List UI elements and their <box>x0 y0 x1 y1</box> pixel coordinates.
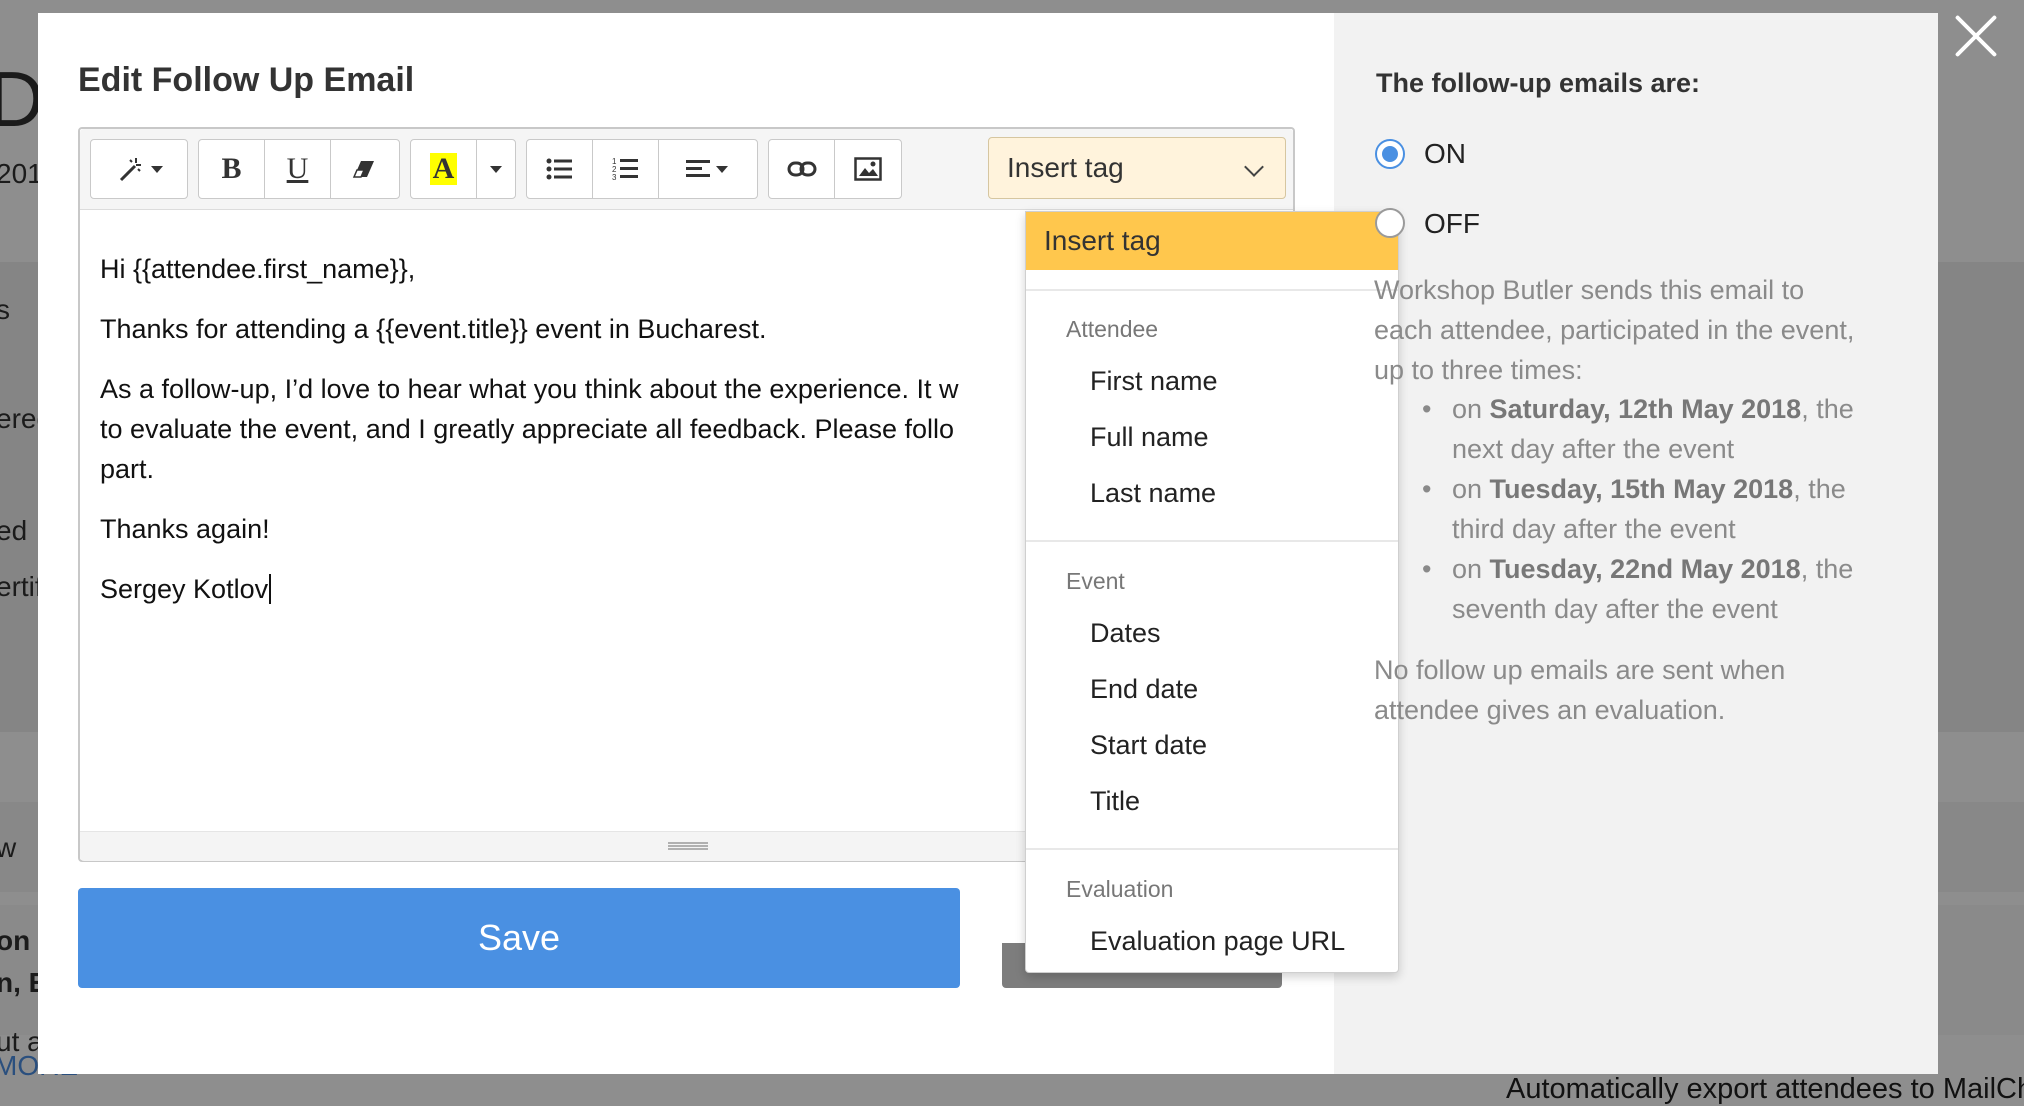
background-text-fragment: ed <box>0 515 28 546</box>
schedule-note: third day after the event <box>1452 514 1736 544</box>
underline-button[interactable]: U <box>265 140 331 198</box>
paragraph-group: 1 2 3 <box>526 139 758 199</box>
dropdown-item-start-date[interactable]: Start date <box>1090 730 1207 761</box>
schedule-date: Tuesday, 22nd May 2018 <box>1489 554 1801 584</box>
email-paragraph: As a follow-up, I’d love to hear what yo… <box>100 369 1060 489</box>
email-greeting: Hi {{attendee.first_name}}, <box>100 254 416 284</box>
schedule-prefix: on <box>1452 554 1490 584</box>
follow-up-status-title: The follow-up emails are: <box>1376 68 1701 98</box>
image-button[interactable] <box>835 140 901 198</box>
schedule-item: on Tuesday, 22nd May 2018, the seventh d… <box>1422 549 1912 629</box>
eraser-button[interactable] <box>331 140 397 198</box>
numbered-list-button[interactable]: 1 2 3 <box>593 140 659 198</box>
editor-toolbar: B U A 1 2 3 Insert tag <box>80 129 1293 210</box>
description-line: each attendee, participated in the event… <box>1374 315 1855 345</box>
magic-wand-icon <box>115 154 145 184</box>
bullet-list-button[interactable] <box>527 140 593 198</box>
numbered-list-icon: 1 2 3 <box>612 156 640 182</box>
insert-tag-label: Insert tag <box>1007 152 1124 183</box>
email-line: Thanks for attending a {{event.title}} e… <box>100 314 767 344</box>
background-text-fragment: on <box>0 925 31 956</box>
dropdown-header-attendee: Attendee <box>1066 316 1159 342</box>
highlight-button[interactable]: A <box>411 140 477 198</box>
dropdown-item-last-name[interactable]: Last name <box>1090 478 1216 509</box>
description-line: Workshop Butler sends this email to <box>1374 275 1805 305</box>
schedule-date: Tuesday, 15th May 2018 <box>1489 474 1794 504</box>
bold-button[interactable]: B <box>199 140 265 198</box>
text-cursor <box>269 574 272 604</box>
magic-wand-button[interactable] <box>91 140 187 198</box>
follow-up-description: Workshop Butler sends this email to each… <box>1374 270 1904 390</box>
radio-off[interactable] <box>1375 208 1405 238</box>
schedule-prefix: on <box>1452 394 1490 424</box>
schedule-suffix: , the <box>1800 554 1854 584</box>
background-text-fragment: 201 <box>0 158 43 189</box>
insert-tag-dropdown: Insert tag Attendee First name Full name… <box>1025 211 1399 973</box>
dropdown-item-first-name[interactable]: First name <box>1090 366 1218 397</box>
footer-line: No follow up emails are sent when <box>1374 655 1786 685</box>
chevron-down-icon <box>151 165 163 173</box>
dropdown-item-insert-tag[interactable]: Insert tag <box>1026 212 1398 270</box>
email-thanks: Thanks again! <box>100 514 270 544</box>
dropdown-item-title[interactable]: Title <box>1090 786 1140 817</box>
chevron-down-icon <box>716 165 728 173</box>
schedule-prefix: on <box>1452 474 1490 504</box>
radio-on[interactable] <box>1375 139 1405 169</box>
dropdown-divider <box>1026 848 1398 850</box>
schedule-suffix: , the <box>1793 474 1846 504</box>
dropdown-header-evaluation: Evaluation <box>1066 876 1174 902</box>
follow-up-footer-note: No follow up emails are sent when attend… <box>1374 650 1904 730</box>
link-icon <box>787 160 817 178</box>
radio-off-label[interactable]: OFF <box>1424 208 1480 240</box>
dropdown-item-evaluation-page-url[interactable]: Evaluation page URL <box>1090 926 1345 957</box>
highlight-icon: A <box>429 153 458 185</box>
email-paragraph-line: to evaluate the event, and I greatly app… <box>100 414 955 444</box>
modal-title: Edit Follow Up Email <box>78 61 415 99</box>
background-text-fragment: ertif <box>0 571 43 602</box>
eraser-icon <box>352 157 376 181</box>
schedule-date: Saturday, 12th May 2018 <box>1489 394 1802 424</box>
color-dropdown-button[interactable] <box>477 140 515 198</box>
svg-text:3: 3 <box>612 173 617 182</box>
color-group: A <box>410 139 516 199</box>
schedule-suffix: , the <box>1801 394 1854 424</box>
email-body-content[interactable]: Hi {{attendee.first_name}}, Thanks for a… <box>100 249 1060 629</box>
background-mailchimp-text: Automatically export attendees to MailCh <box>1506 1073 2024 1105</box>
dropdown-divider <box>1026 289 1398 291</box>
align-left-icon <box>686 158 710 180</box>
image-icon <box>854 157 882 181</box>
chevron-down-icon <box>490 165 502 173</box>
insert-tag-select[interactable]: Insert tag <box>988 137 1286 199</box>
follow-up-schedule-list: on Saturday, 12th May 2018, the next day… <box>1422 389 1912 629</box>
email-signature: Sergey Kotlov <box>100 574 269 604</box>
close-icon[interactable] <box>1952 12 2000 60</box>
resize-handle-icon[interactable] <box>668 842 708 850</box>
save-button[interactable]: Save <box>78 888 960 988</box>
dropdown-header-event: Event <box>1066 568 1125 594</box>
description-line: up to three times: <box>1374 355 1583 385</box>
bullet-list-icon <box>546 157 574 181</box>
chevron-down-icon <box>1244 157 1264 177</box>
schedule-note: next day after the event <box>1452 434 1735 464</box>
radio-on-label[interactable]: ON <box>1424 138 1466 170</box>
email-paragraph-line: part. <box>100 454 155 484</box>
dropdown-item-end-date[interactable]: End date <box>1090 674 1198 705</box>
link-button[interactable] <box>769 140 835 198</box>
insert-group <box>768 139 902 199</box>
style-group <box>90 139 188 199</box>
schedule-note: seventh day after the event <box>1452 594 1778 624</box>
email-paragraph-line: As a follow-up, I’d love to hear what yo… <box>100 374 959 404</box>
format-group: B U <box>198 139 400 199</box>
align-button[interactable] <box>659 140 755 198</box>
schedule-item: on Saturday, 12th May 2018, the next day… <box>1422 389 1912 469</box>
background-text-fragment: w <box>0 832 17 863</box>
schedule-item: on Tuesday, 15th May 2018, the third day… <box>1422 469 1912 549</box>
email-signature-line: Sergey Kotlov <box>100 569 1060 609</box>
dropdown-item-dates[interactable]: Dates <box>1090 618 1161 649</box>
dropdown-divider <box>1026 540 1398 542</box>
background-text-fragment: s <box>0 294 10 325</box>
dropdown-item-full-name[interactable]: Full name <box>1090 422 1209 453</box>
footer-line: attendee gives an evaluation. <box>1374 695 1726 725</box>
